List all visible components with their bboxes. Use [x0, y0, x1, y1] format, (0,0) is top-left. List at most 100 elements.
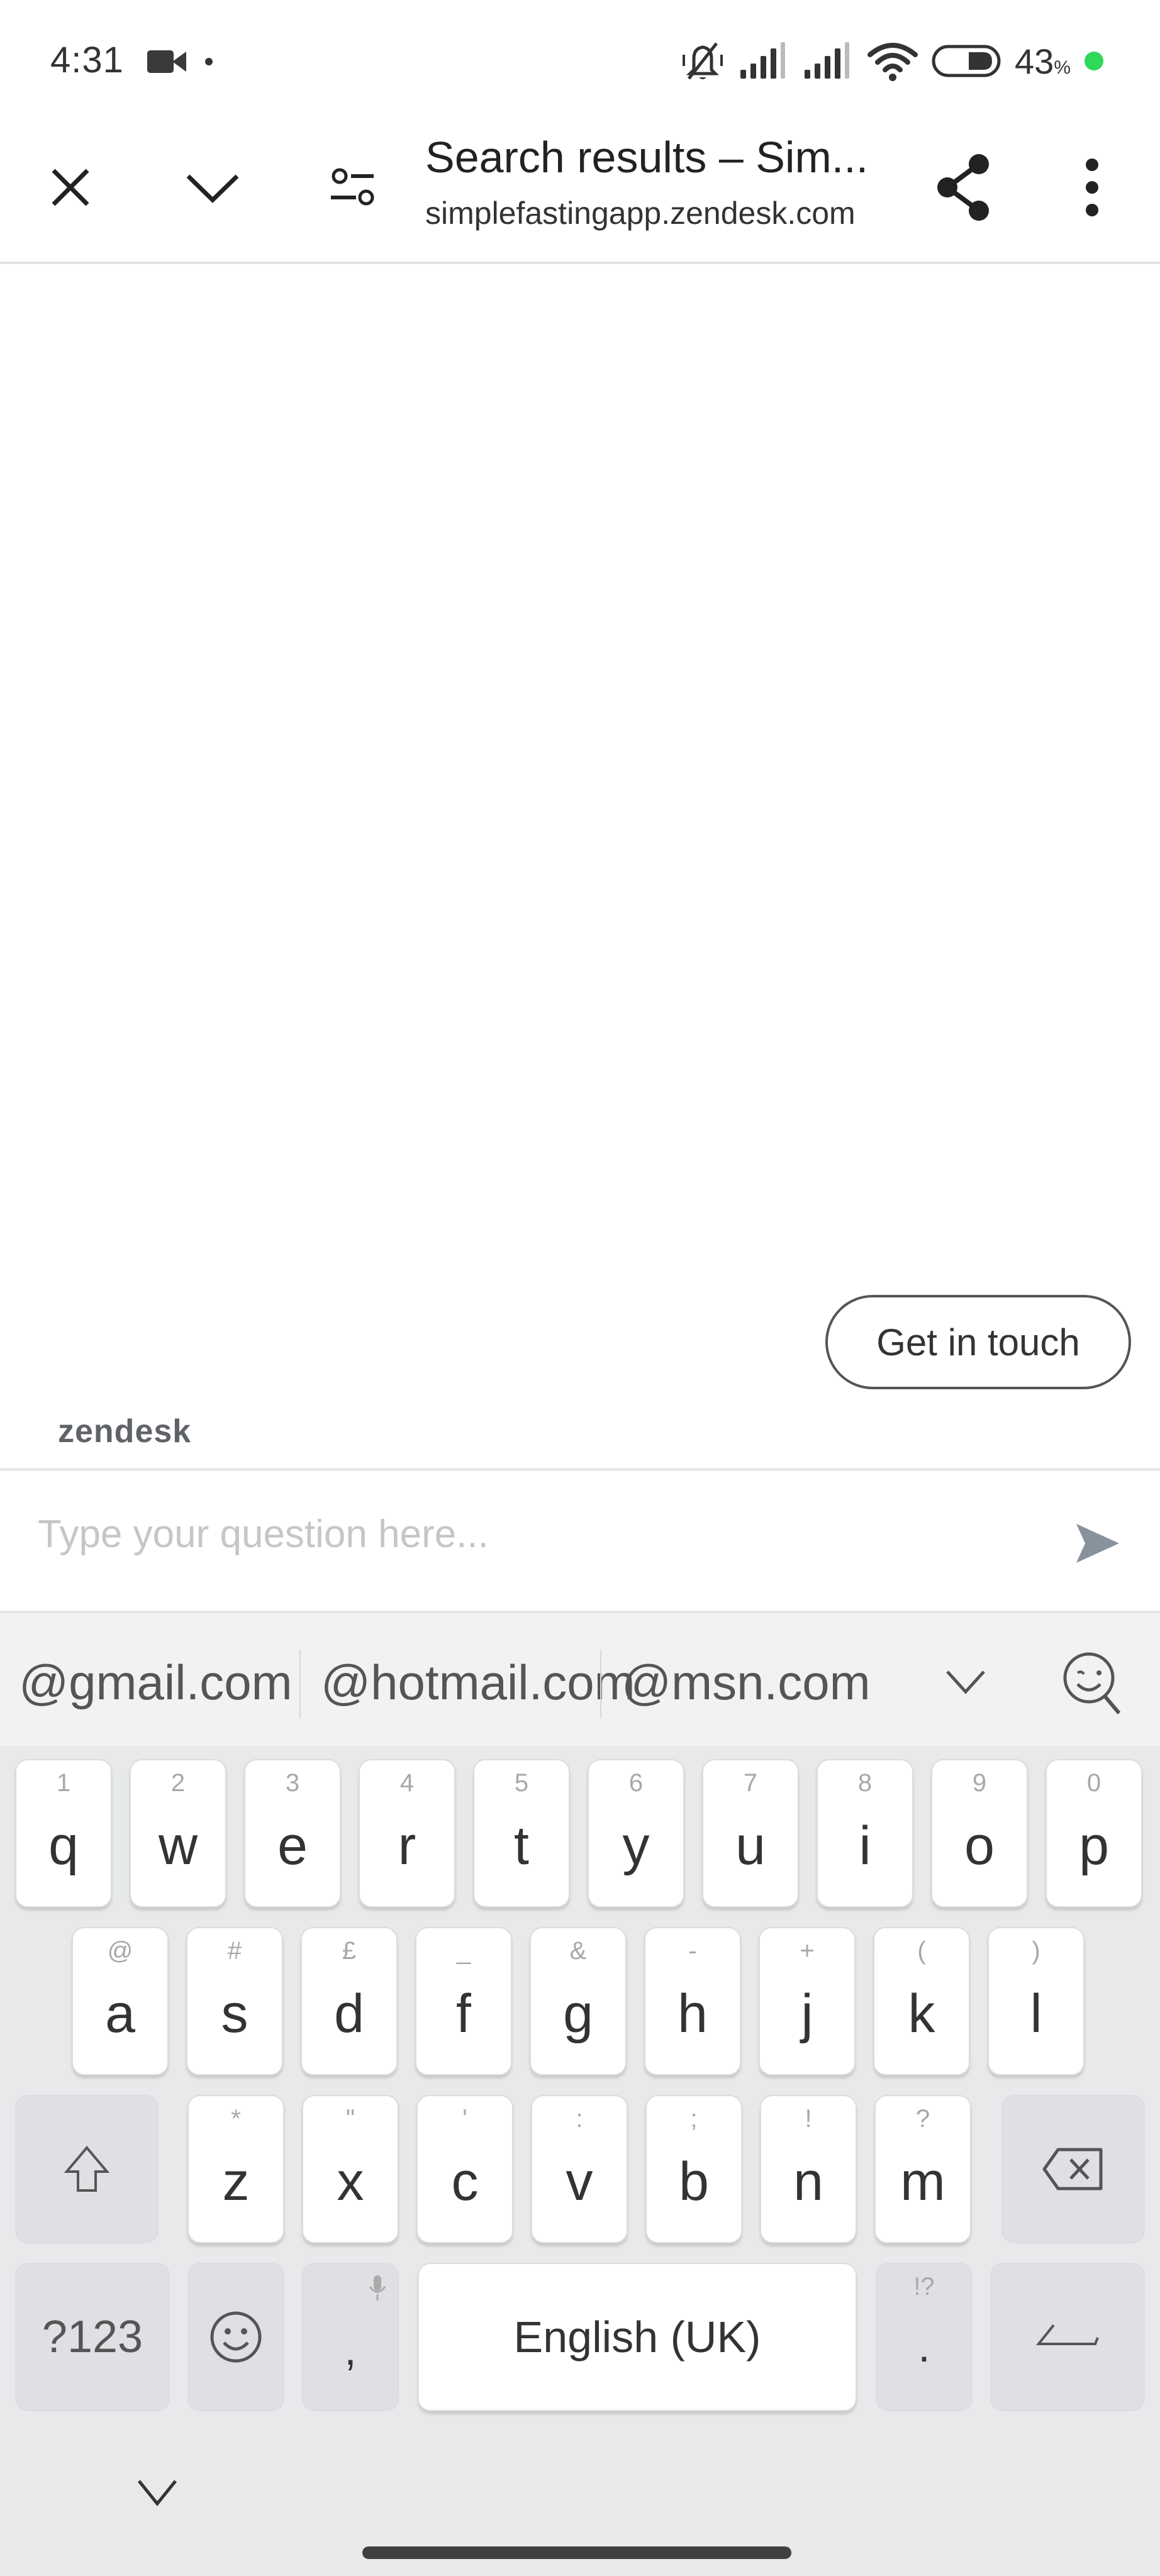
key-label: d — [334, 1984, 364, 2044]
key-w[interactable]: 2w — [130, 1759, 226, 1907]
key-p[interactable]: 0p — [1046, 1759, 1142, 1907]
share-icon — [937, 154, 989, 221]
key-h[interactable]: -h — [644, 1927, 741, 2075]
key-hint: & — [569, 1937, 587, 1965]
key-label: q — [48, 1816, 79, 1876]
period-key[interactable]: !? . — [876, 2263, 973, 2411]
key-label: p — [1079, 1816, 1109, 1876]
key-r[interactable]: 4r — [359, 1759, 455, 1907]
key-z[interactable]: * z — [187, 2095, 284, 2243]
minimize-tab-button[interactable] — [175, 150, 250, 225]
key-hint: 5 — [514, 1769, 529, 1797]
get-in-touch-button[interactable]: Get in touch — [825, 1295, 1131, 1389]
key-label: n — [793, 2151, 823, 2212]
key-y[interactable]: 6y — [588, 1759, 684, 1907]
privacy-indicator-dot — [1085, 52, 1103, 70]
key-d[interactable]: £ d — [301, 1927, 398, 2075]
chevron-down-icon — [138, 2480, 177, 2506]
key-label: t — [514, 1816, 529, 1876]
key-e[interactable]: 3e — [244, 1759, 341, 1907]
key-n[interactable]: ! n — [760, 2095, 857, 2243]
key-l[interactable]: ) l — [988, 1927, 1085, 2075]
emoji-search-button[interactable] — [1057, 1645, 1126, 1720]
key-hint: @ — [107, 1937, 133, 1965]
key-x[interactable]: " x — [302, 2095, 399, 2243]
symbols-key[interactable]: ?123 — [15, 2263, 170, 2411]
chevron-down-icon — [186, 174, 239, 203]
key-s[interactable]: # s — [186, 1927, 283, 2075]
shift-key[interactable] — [15, 2095, 159, 2243]
close-tab-button[interactable] — [33, 150, 108, 225]
key-j[interactable]: + j — [759, 1927, 856, 2075]
key-label: i — [859, 1816, 871, 1876]
key-t[interactable]: 5t — [473, 1759, 570, 1907]
page-title: Search results – Sim... — [425, 133, 869, 182]
more-vert-icon — [1086, 158, 1098, 216]
key-label: k — [908, 1984, 935, 2044]
question-input[interactable] — [38, 1496, 1019, 1572]
key-o[interactable]: 9o — [931, 1759, 1028, 1907]
key-k[interactable]: (k — [873, 1927, 970, 2075]
tune-icon — [331, 168, 374, 206]
key-c[interactable]: ' c — [416, 2095, 513, 2243]
enter-key[interactable] — [990, 2263, 1145, 2411]
suggestion-divider — [600, 1650, 601, 1719]
enter-icon — [1036, 2324, 1099, 2345]
home-gesture-bar[interactable] — [362, 2546, 791, 2559]
key-m[interactable]: ? m — [874, 2095, 971, 2243]
key-b[interactable]: ; b — [645, 2095, 742, 2243]
emoji-search-icon — [1063, 1652, 1121, 1714]
key-hint: * — [231, 2105, 241, 2133]
comma-key[interactable]: , — [302, 2263, 399, 2411]
chat-input-bar — [0, 1471, 1160, 1611]
key-hint: + — [800, 1937, 815, 1965]
key-hint: ' — [462, 2105, 467, 2133]
space-key[interactable]: English (UK) — [418, 2263, 857, 2411]
key-label: x — [337, 2151, 364, 2212]
close-icon — [52, 169, 89, 206]
key-hint: 7 — [743, 1769, 758, 1797]
key-hint: 1 — [56, 1769, 71, 1797]
key-label: m — [900, 2151, 945, 2212]
hide-keyboard-button[interactable] — [126, 2471, 189, 2515]
key-hint: ! — [805, 2105, 812, 2133]
wifi-icon — [867, 43, 918, 81]
key-label: h — [678, 1984, 708, 2044]
emoji-key[interactable] — [187, 2263, 284, 2411]
browser-toolbar: Search results – Sim... simplefastingapp… — [0, 119, 1160, 264]
send-icon — [1076, 1524, 1119, 1563]
key-q[interactable]: 1q — [15, 1759, 112, 1907]
key-g[interactable]: & g — [530, 1927, 627, 2075]
suggestion-hotmail[interactable]: @hotmail.com — [321, 1645, 635, 1720]
shift-icon — [64, 2145, 110, 2192]
key-hint: : — [576, 2105, 583, 2133]
key-f[interactable]: _ f — [415, 1927, 512, 2075]
key-hint: 6 — [628, 1769, 644, 1797]
suggestion-msn[interactable]: @msn.com — [622, 1645, 871, 1720]
more-options-button[interactable] — [1054, 150, 1130, 225]
key-u[interactable]: 7u — [702, 1759, 799, 1907]
key-hint: 3 — [285, 1769, 300, 1797]
suggestion-bar: @gmail.com @hotmail.com @msn.com — [0, 1611, 1160, 1746]
key-hint: - — [688, 1937, 697, 1965]
key-label: y — [622, 1816, 650, 1876]
key-v[interactable]: :v — [531, 2095, 628, 2243]
key-label: z — [222, 2151, 250, 2212]
key-label: u — [735, 1816, 766, 1876]
send-button[interactable] — [1069, 1515, 1126, 1572]
battery-percent: 43% — [1015, 41, 1071, 81]
keyboard: @gmail.com @hotmail.com @msn.com 1q2w3e4… — [0, 1611, 1160, 2576]
share-button[interactable] — [926, 150, 1001, 225]
page-info-button[interactable] — [316, 150, 391, 225]
suggestion-gmail[interactable]: @gmail.com — [19, 1645, 293, 1720]
signal-sim1-icon — [740, 42, 786, 79]
key-hint: 9 — [972, 1769, 987, 1797]
battery-icon — [932, 45, 1001, 77]
backspace-key[interactable] — [1001, 2095, 1145, 2243]
zendesk-logo: zendesk — [58, 1413, 192, 1450]
expand-suggestions-button[interactable] — [937, 1651, 994, 1714]
key-i[interactable]: 8i — [817, 1759, 913, 1907]
key-a[interactable]: @ a — [72, 1927, 169, 2075]
key-label: r — [398, 1816, 416, 1876]
key-label: l — [1030, 1984, 1042, 2044]
